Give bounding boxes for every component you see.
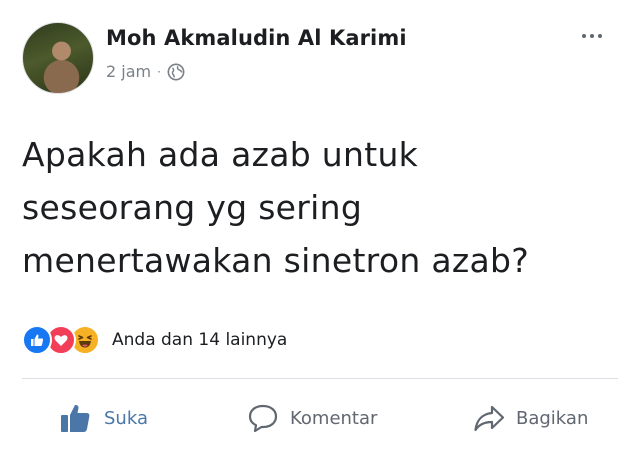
divider xyxy=(22,378,618,379)
reaction-summary-text[interactable]: Anda dan 14 lainnya xyxy=(112,330,287,350)
share-arrow-icon xyxy=(474,405,505,432)
post-time[interactable]: 2 jam xyxy=(106,62,151,81)
post-text-line: seseorang yg sering xyxy=(22,188,363,227)
like-reaction-icon xyxy=(22,325,52,355)
post-meta: 2 jam · xyxy=(106,62,185,81)
share-button[interactable]: Bagikan xyxy=(472,388,588,448)
more-options-icon[interactable] xyxy=(574,26,610,46)
comment-icon xyxy=(248,404,278,433)
globe-icon[interactable] xyxy=(167,63,185,81)
facebook-post: Moh Akmaludin Al Karimi 2 jam · Apakah a… xyxy=(0,0,640,455)
comment-label: Komentar xyxy=(290,407,378,429)
action-bar: Suka Komentar Bagikan xyxy=(0,388,640,448)
post-text-line: menertawakan sinetron azab? xyxy=(22,241,530,280)
reactions-summary[interactable]: Anda dan 14 lainnya xyxy=(22,325,287,355)
meta-separator: · xyxy=(157,64,161,79)
avatar[interactable] xyxy=(22,22,94,94)
share-label: Bagikan xyxy=(516,407,589,429)
post-text-line: Apakah ada azab untuk xyxy=(22,135,419,174)
post-text: Apakah ada azab untuk seseorang yg serin… xyxy=(22,128,612,287)
thumbs-up-icon xyxy=(61,404,90,432)
like-label: Suka xyxy=(104,407,148,429)
like-button[interactable]: Suka xyxy=(58,388,148,448)
author-name[interactable]: Moh Akmaludin Al Karimi xyxy=(106,26,407,50)
comment-button[interactable]: Komentar xyxy=(246,388,377,448)
